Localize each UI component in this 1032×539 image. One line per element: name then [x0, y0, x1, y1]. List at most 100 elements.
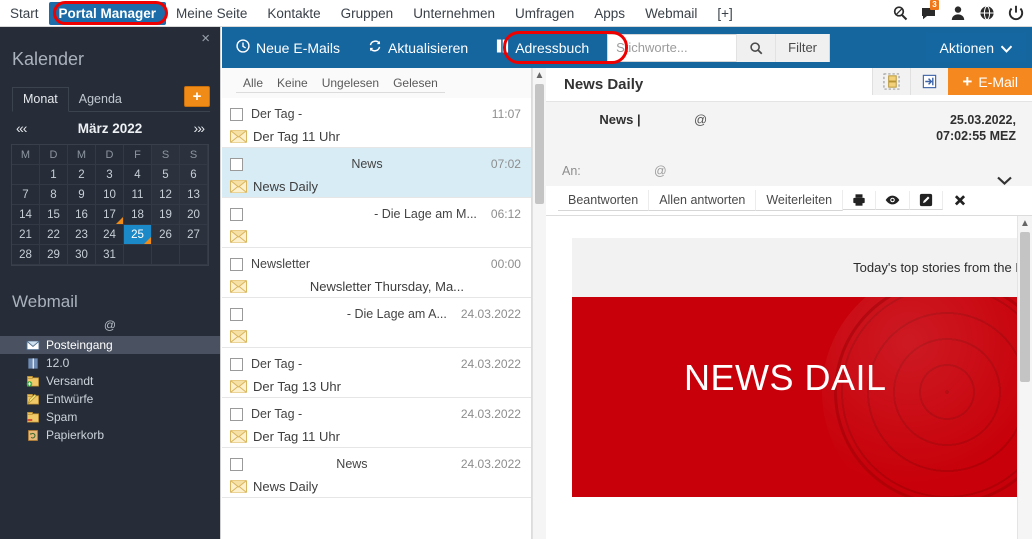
calendar-add-button[interactable]: +	[184, 86, 210, 107]
nav-item-unternehmen[interactable]: Unternehmen	[403, 2, 505, 25]
calendar-day-1[interactable]: 1	[40, 165, 68, 185]
nav-item-[interactable]: [+]	[707, 2, 742, 25]
mail-list-scrollbar[interactable]: ▲	[531, 68, 546, 539]
globe-icon[interactable]	[979, 5, 995, 21]
mail-row[interactable]: Der Tag - 24.03.2022 Der Tag 11 Uhr	[222, 398, 531, 448]
tab-agenda[interactable]: Agenda	[69, 88, 132, 111]
calendar-day-27[interactable]: 27	[180, 225, 208, 245]
folder-item-versandt[interactable]: Versandt	[0, 372, 220, 390]
refresh-button[interactable]: Aktualisieren	[354, 27, 482, 68]
new-mails-button[interactable]: Neue E-Mails	[222, 27, 354, 68]
folder-item-entw-rfe[interactable]: Entwürfe	[0, 390, 220, 408]
nav-item-start[interactable]: Start	[0, 2, 49, 25]
addressbook-button[interactable]: Adressbuch	[482, 27, 603, 68]
filter-button[interactable]: Filter	[775, 33, 830, 62]
chevron-down-icon[interactable]	[997, 173, 1012, 188]
calendar-day-2[interactable]: 2	[68, 165, 96, 185]
filter-gelesen[interactable]: Gelesen	[386, 74, 445, 93]
reading-pane-scrollbar[interactable]: ▲	[1017, 216, 1032, 539]
search-submit-button[interactable]	[736, 33, 776, 62]
scroll-up-icon[interactable]: ▲	[533, 68, 546, 82]
filter-alle[interactable]: Alle	[236, 74, 271, 93]
calendar-day-5[interactable]: 5	[152, 165, 180, 185]
close-icon[interactable]	[943, 192, 977, 210]
calendar-day-23[interactable]: 23	[68, 225, 96, 245]
mail-row-checkbox[interactable]	[230, 157, 243, 171]
action-weiterleiten[interactable]: Weiterleiten	[756, 190, 844, 211]
mail-row[interactable]: - Die Lage am M... 06:12	[222, 198, 531, 248]
folder-item-12-0[interactable]: 12.0	[0, 354, 220, 372]
calendar-day-28[interactable]: 28	[12, 245, 40, 265]
search-icon[interactable]	[892, 5, 908, 21]
calendar-day-20[interactable]: 20	[180, 205, 208, 225]
nav-item-apps[interactable]: Apps	[584, 2, 635, 25]
calendar-day-6[interactable]: 6	[180, 165, 208, 185]
contacts-copy-icon[interactable]	[872, 68, 911, 95]
messages-icon[interactable]: 3	[921, 0, 939, 21]
calendar-day-17[interactable]: 17	[96, 205, 124, 225]
filter-keine[interactable]: Keine	[270, 74, 315, 93]
user-icon[interactable]	[950, 5, 966, 21]
mail-row-checkbox[interactable]	[230, 107, 243, 121]
mail-row-checkbox[interactable]	[230, 257, 243, 271]
calendar-day-16[interactable]: 16	[68, 205, 96, 225]
scroll-up-icon[interactable]: ▲	[1018, 216, 1032, 230]
folder-item-spam[interactable]: Spam	[0, 408, 220, 426]
sidebar-close-icon[interactable]: ×	[201, 31, 210, 46]
mail-row[interactable]: Der Tag - 24.03.2022 Der Tag 13 Uhr	[222, 348, 531, 398]
nav-item-webmail[interactable]: Webmail	[635, 2, 707, 25]
calendar-day-19[interactable]: 19	[152, 205, 180, 225]
mail-row[interactable]: News 24.03.2022 News Daily	[222, 448, 531, 498]
calendar-day-3[interactable]: 3	[96, 165, 124, 185]
mail-row[interactable]: Newsletter 00:00 Newsletter Thursday, Ma..…	[222, 248, 531, 298]
calendar-day-30[interactable]: 30	[68, 245, 96, 265]
filter-ungelesen[interactable]: Ungelesen	[314, 74, 387, 93]
calendar-day-14[interactable]: 14	[12, 205, 40, 225]
calendar-day-11[interactable]: 11	[124, 185, 152, 205]
calendar-day-22[interactable]: 22	[40, 225, 68, 245]
tab-monat[interactable]: Monat	[12, 87, 69, 112]
mail-row-checkbox[interactable]	[230, 457, 243, 471]
nav-item-kontakte[interactable]: Kontakte	[257, 2, 330, 25]
actions-dropdown-button[interactable]: Aktionen	[925, 33, 1026, 62]
calendar-day-29[interactable]: 29	[40, 245, 68, 265]
calendar-day-21[interactable]: 21	[12, 225, 40, 245]
edit-icon[interactable]	[910, 191, 944, 210]
mail-row[interactable]: - Die Lage am A... 24.03.2022	[222, 298, 531, 348]
action-allen-antworten[interactable]: Allen antworten	[649, 190, 757, 211]
import-icon[interactable]	[910, 68, 949, 95]
nav-item-gruppen[interactable]: Gruppen	[331, 2, 404, 25]
mail-row-checkbox[interactable]	[230, 407, 243, 421]
action-beantworten[interactable]: Beantworten	[558, 190, 650, 211]
calendar-day-13[interactable]: 13	[180, 185, 208, 205]
nav-item-portal-manager[interactable]: Portal Manager	[48, 1, 167, 25]
mail-list[interactable]: Der Tag -11:07 Der Tag 11 Uhr News 07:02 New…	[222, 98, 531, 539]
mail-row[interactable]: Der Tag - 11:07 Der Tag 11 Uhr	[222, 98, 531, 148]
mail-row-checkbox[interactable]	[230, 357, 243, 371]
calendar-day-31[interactable]: 31	[96, 245, 124, 265]
scrollbar-thumb[interactable]	[1020, 232, 1030, 382]
folder-item-papierkorb[interactable]: Papierkorb	[0, 426, 220, 444]
calendar-prev-button[interactable]: «‹	[16, 120, 27, 136]
eye-icon[interactable]	[876, 191, 911, 210]
folder-item-posteingang[interactable]: Posteingang	[0, 336, 220, 354]
calendar-day-12[interactable]: 12	[152, 185, 180, 205]
calendar-day-4[interactable]: 4	[124, 165, 152, 185]
nav-item-umfragen[interactable]: Umfragen	[505, 2, 584, 25]
mail-row-checkbox[interactable]	[230, 207, 243, 221]
calendar-day-15[interactable]: 15	[40, 205, 68, 225]
print-icon[interactable]	[843, 191, 877, 210]
calendar-next-button[interactable]: ›»	[194, 120, 205, 136]
calendar-day-24[interactable]: 24	[96, 225, 124, 245]
calendar-day-8[interactable]: 8	[40, 185, 68, 205]
nav-item-meine-seite[interactable]: Meine Seite	[166, 2, 257, 25]
calendar-day-9[interactable]: 9	[68, 185, 96, 205]
calendar-day-7[interactable]: 7	[12, 185, 40, 205]
power-icon[interactable]	[1008, 5, 1024, 21]
calendar-day-18[interactable]: 18	[124, 205, 152, 225]
mail-row-checkbox[interactable]	[230, 307, 243, 321]
mail-row[interactable]: News 07:02 News Daily	[222, 148, 531, 198]
new-email-button[interactable]: + E-Mail	[948, 68, 1032, 95]
scrollbar-thumb[interactable]	[534, 84, 544, 204]
calendar-day-26[interactable]: 26	[152, 225, 180, 245]
